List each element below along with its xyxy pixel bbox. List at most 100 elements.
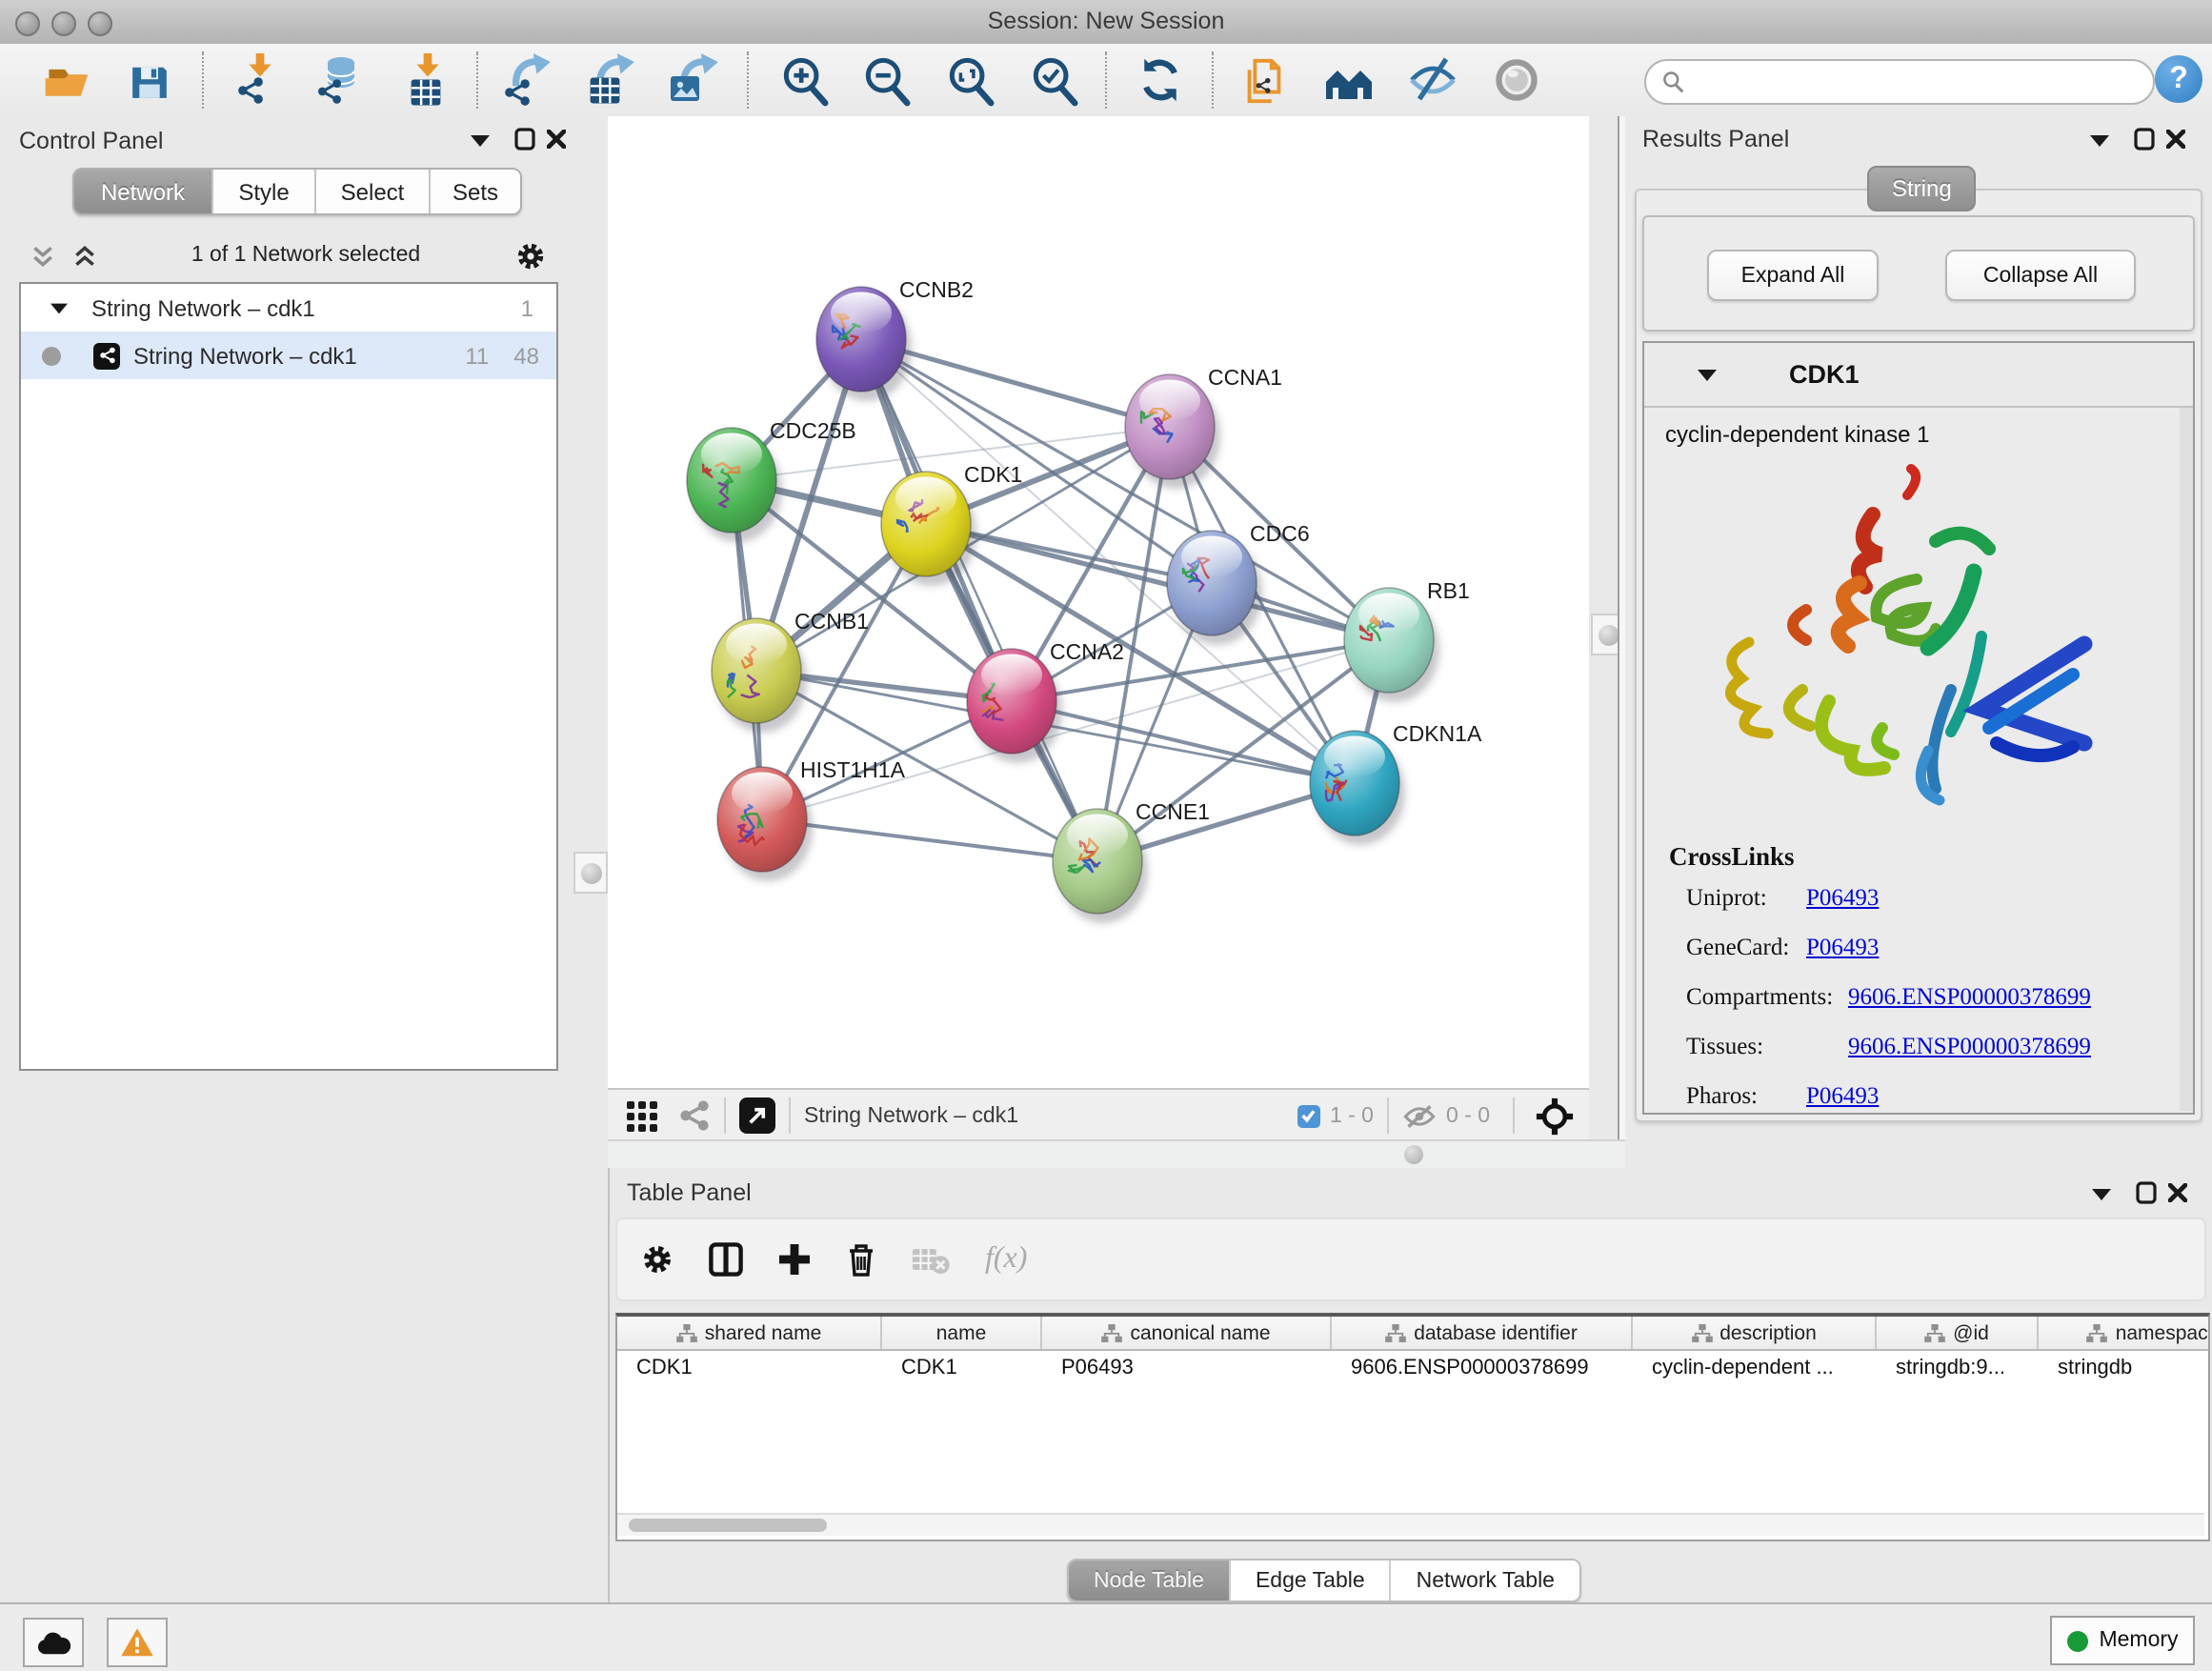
column-header-name[interactable]: name bbox=[882, 1317, 1042, 1349]
panel-menu-icon[interactable] bbox=[471, 135, 490, 147]
tab-edge-table[interactable]: Edge Table bbox=[1231, 1560, 1392, 1601]
hidden-node-edge-counts: 0 - 0 bbox=[1446, 1104, 1490, 1127]
grid-view-icon[interactable] bbox=[625, 1098, 659, 1133]
results-tab-string[interactable]: String bbox=[1867, 166, 1977, 211]
network-canvas[interactable]: CCNB2CCNA1CDC25BCDK1CDC6RB1CCNB1CCNA2CDK… bbox=[608, 116, 1589, 1088]
column-header-canonical-name[interactable]: canonical name bbox=[1042, 1317, 1332, 1349]
cell-id[interactable]: stringdb:9... bbox=[1877, 1357, 2039, 1379]
network-node-CDKN1A[interactable]: CDKN1A bbox=[1310, 721, 1482, 845]
panel-menu-icon[interactable] bbox=[2090, 135, 2109, 147]
import-network-file-button[interactable] bbox=[231, 51, 288, 109]
selected-checkbox-icon[interactable] bbox=[1297, 1104, 1320, 1127]
network-node-CDC25B[interactable]: CDC25B bbox=[687, 418, 856, 542]
zoom-in-button[interactable] bbox=[775, 51, 833, 109]
warnings-button[interactable] bbox=[107, 1618, 168, 1667]
column-header-shared-name[interactable]: shared name bbox=[617, 1317, 882, 1349]
cell-namespace[interactable]: stringdb bbox=[2039, 1357, 2210, 1379]
function-builder-icon[interactable]: f(x) bbox=[985, 1242, 1027, 1277]
node-label: CDK1 bbox=[964, 462, 1022, 487]
cell-database-identifier[interactable]: 9606.ENSP00000378699 bbox=[1332, 1357, 1633, 1379]
left-splitter-handle[interactable] bbox=[573, 852, 608, 894]
tab-network-table[interactable]: Network Table bbox=[1392, 1560, 1579, 1601]
show-hide-details-button[interactable] bbox=[1404, 51, 1461, 109]
panel-float-icon[interactable] bbox=[514, 128, 535, 151]
network-node-HIST1H1A[interactable]: HIST1H1A bbox=[717, 757, 906, 881]
cell-description[interactable]: cyclin-dependent ... bbox=[1633, 1357, 1877, 1379]
memory-button[interactable]: Memory bbox=[2050, 1616, 2195, 1665]
crosslink-link[interactable]: P06493 bbox=[1806, 884, 1879, 913]
column-header-database-identifier[interactable]: database identifier bbox=[1332, 1317, 1633, 1349]
network-node-CCNE1[interactable]: CCNE1 bbox=[1053, 799, 1210, 923]
zoom-fit-button[interactable] bbox=[941, 51, 998, 109]
tab-style[interactable]: Style bbox=[213, 170, 316, 213]
network-node-RB1[interactable]: RB1 bbox=[1344, 578, 1470, 702]
export-image-button[interactable] bbox=[663, 51, 720, 109]
panel-float-icon[interactable] bbox=[2134, 128, 2155, 151]
gray-lens-icon bbox=[1492, 55, 1541, 105]
save-session-button[interactable] bbox=[120, 51, 177, 109]
table-row[interactable]: CDK1 CDK1 P06493 9606.ENSP00000378699 cy… bbox=[617, 1351, 2208, 1385]
open-in-window-icon[interactable] bbox=[739, 1097, 775, 1134]
network-graph[interactable]: CCNB2CCNA1CDC25BCDK1CDC6RB1CCNB1CCNA2CDK… bbox=[608, 116, 1589, 1088]
add-column-icon[interactable] bbox=[777, 1242, 812, 1277]
column-header-description[interactable]: description bbox=[1633, 1317, 1877, 1349]
zoom-selected-button[interactable] bbox=[1025, 51, 1082, 109]
refresh-view-button[interactable] bbox=[1132, 51, 1189, 109]
gene-collapse-icon[interactable] bbox=[1698, 369, 1717, 380]
delete-table-icon[interactable] bbox=[911, 1245, 951, 1274]
column-header-namespace[interactable]: namespace bbox=[2039, 1317, 2210, 1349]
open-documents-button[interactable] bbox=[1235, 51, 1292, 109]
tab-network[interactable]: Network bbox=[74, 170, 213, 213]
network-options-gear-icon[interactable] bbox=[514, 239, 547, 272]
zoom-in-icon bbox=[778, 54, 830, 106]
column-header-id[interactable]: @id bbox=[1877, 1317, 2039, 1349]
tab-node-table[interactable]: Node Table bbox=[1069, 1560, 1231, 1601]
zoom-out-button[interactable] bbox=[857, 51, 915, 109]
home-button[interactable] bbox=[1320, 51, 1377, 109]
expand-all-icon[interactable] bbox=[72, 243, 97, 268]
gene-section-header[interactable]: CDK1 bbox=[1644, 343, 2193, 408]
horizontal-splitter-handle[interactable] bbox=[1404, 1145, 1423, 1164]
export-table-button[interactable] bbox=[581, 51, 638, 109]
panel-close-icon[interactable] bbox=[2166, 130, 2185, 149]
birds-eye-view-button[interactable] bbox=[1488, 51, 1545, 109]
network-node-CCNA1[interactable]: CCNA1 bbox=[1125, 365, 1282, 489]
search-input[interactable] bbox=[1694, 69, 2138, 95]
crosslink-link[interactable]: P06493 bbox=[1806, 1082, 1879, 1111]
collapse-all-button[interactable]: Collapse All bbox=[1945, 250, 2136, 301]
help-button[interactable]: ? bbox=[2155, 55, 2202, 103]
crosslink-link[interactable]: 9606.ENSP00000378699 bbox=[1848, 983, 2091, 1012]
import-table-file-button[interactable] bbox=[398, 51, 455, 109]
network-share-icon[interactable] bbox=[678, 1099, 711, 1132]
cell-shared-name[interactable]: CDK1 bbox=[617, 1357, 882, 1379]
panel-float-icon[interactable] bbox=[2136, 1181, 2157, 1204]
cell-canonical-name[interactable]: P06493 bbox=[1042, 1357, 1332, 1379]
panel-close-icon[interactable] bbox=[547, 130, 566, 149]
tab-select[interactable]: Select bbox=[316, 170, 431, 213]
cell-name[interactable]: CDK1 bbox=[882, 1357, 1042, 1379]
network-node-CCNB2[interactable]: CCNB2 bbox=[816, 277, 974, 401]
network-view-title: String Network – cdk1 bbox=[804, 1104, 1018, 1127]
crosslink-link[interactable]: 9606.ENSP00000378699 bbox=[1848, 1033, 2091, 1061]
show-columns-icon[interactable] bbox=[709, 1242, 743, 1277]
network-collection-row[interactable]: String Network – cdk1 1 bbox=[21, 284, 556, 332]
table-horizontal-scrollbar[interactable] bbox=[617, 1513, 2204, 1536]
tab-sets[interactable]: Sets bbox=[431, 170, 520, 213]
delete-column-icon[interactable] bbox=[846, 1242, 876, 1277]
network-node-CCNA2[interactable]: CCNA2 bbox=[967, 639, 1124, 763]
birds-eye-toggle-icon[interactable] bbox=[1536, 1097, 1574, 1135]
collection-expand-icon[interactable] bbox=[50, 303, 68, 313]
crosslink-link[interactable]: P06493 bbox=[1806, 934, 1879, 962]
table-options-gear-icon[interactable] bbox=[640, 1242, 674, 1277]
expand-all-button[interactable]: Expand All bbox=[1707, 250, 1879, 301]
import-network-database-button[interactable] bbox=[311, 51, 368, 109]
cloud-status-button[interactable] bbox=[23, 1618, 84, 1667]
window-title: Session: New Session bbox=[0, 8, 2212, 34]
panel-menu-icon[interactable] bbox=[2092, 1189, 2111, 1200]
panel-close-icon[interactable] bbox=[2168, 1183, 2187, 1202]
export-network-button[interactable] bbox=[499, 51, 556, 109]
network-row[interactable]: String Network – cdk1 11 48 bbox=[21, 332, 556, 379]
open-session-button[interactable] bbox=[38, 51, 95, 109]
scrollbar-thumb[interactable] bbox=[629, 1519, 827, 1532]
collapse-all-icon[interactable] bbox=[30, 243, 55, 268]
